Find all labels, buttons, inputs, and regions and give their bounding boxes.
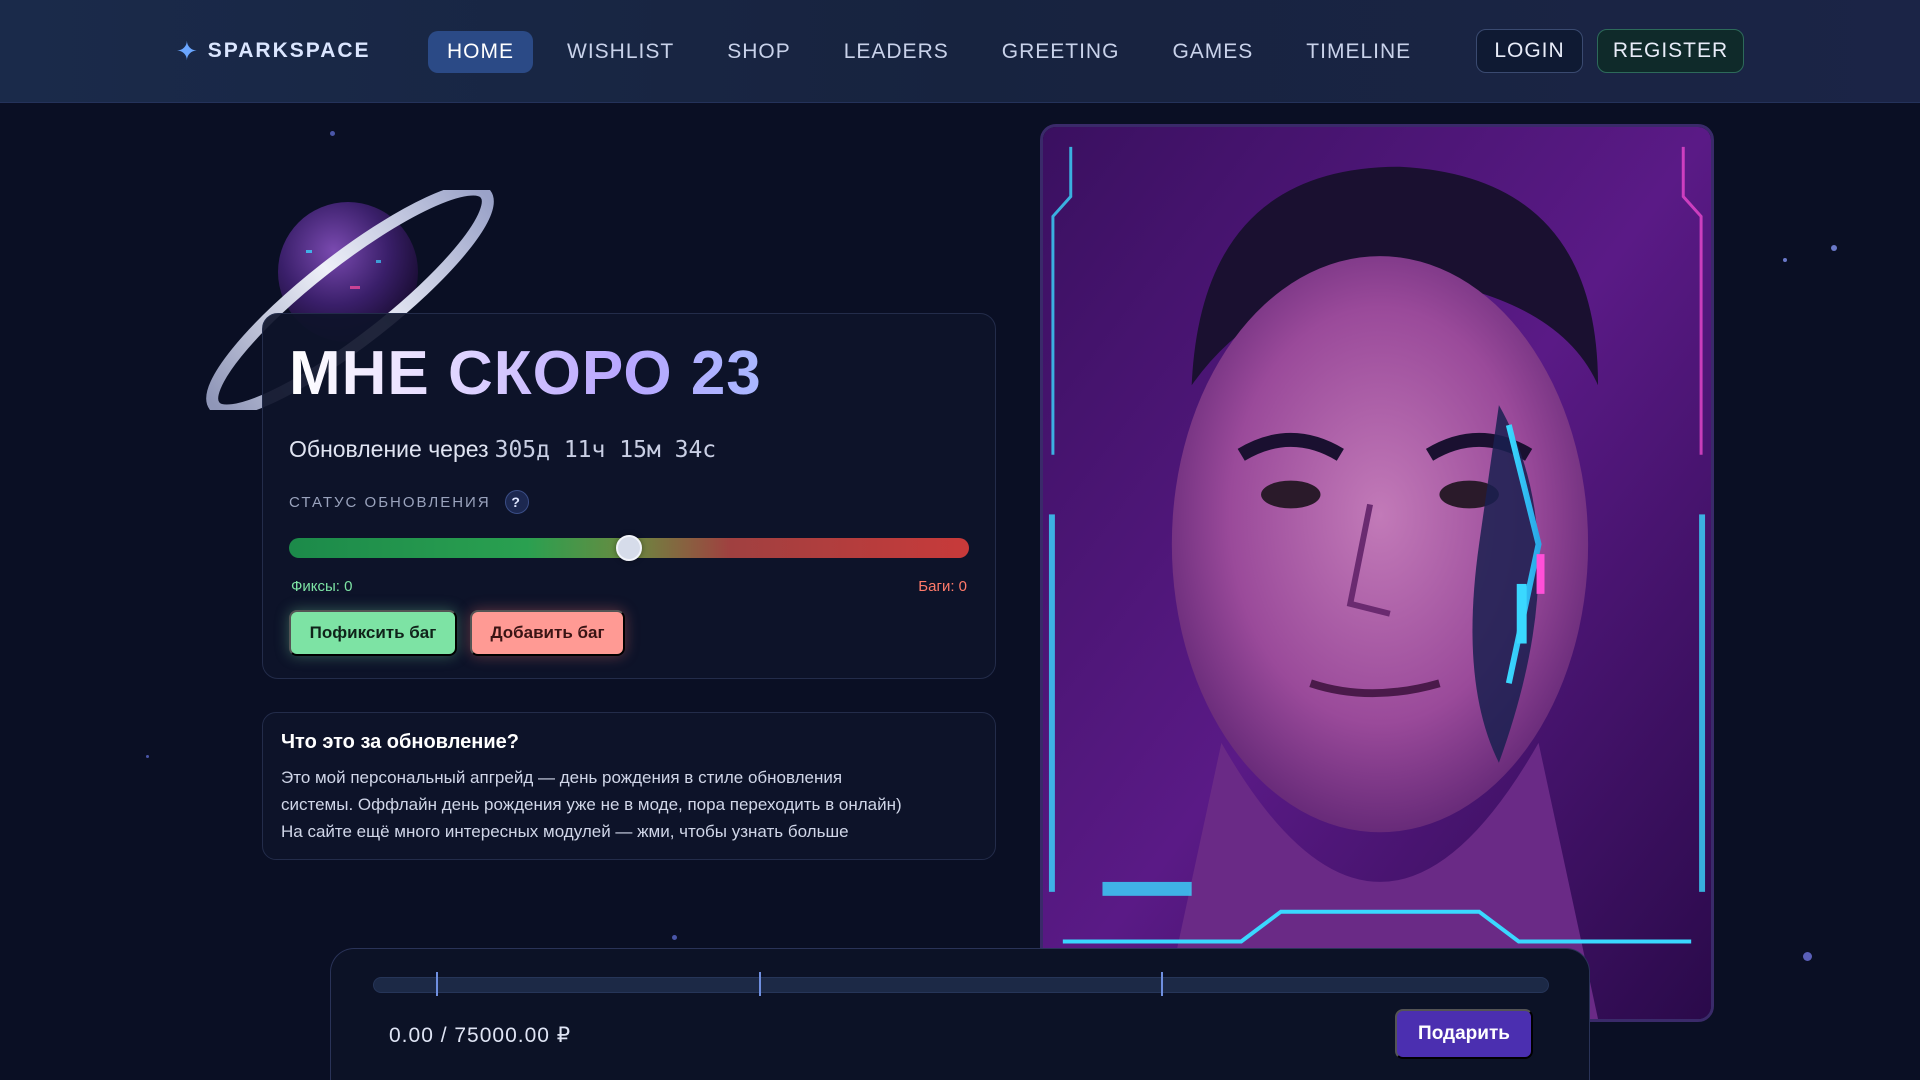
cyborg-portrait-image <box>1040 124 1714 1022</box>
info-title: Что это за обновление? <box>281 731 519 753</box>
info-card: Что это за обновление? Это мой персональ… <box>262 712 996 860</box>
gift-panel: 0.00 / 75000.00 ₽ Подарить <box>330 948 1590 1080</box>
info-line: Это мой персональный апгрейд — день рожд… <box>281 768 843 787</box>
nav-item-timeline[interactable]: TIMELINE <box>1287 31 1430 73</box>
nav-item-wishlist[interactable]: WISHLIST <box>548 31 693 73</box>
fixes-count: Фиксы: 0 <box>291 578 353 595</box>
login-button[interactable]: LOGIN <box>1476 29 1583 73</box>
info-line: На сайте ещё много интересных модулей — … <box>281 822 849 841</box>
status-label-row: СТАТУС ОБНОВЛЕНИЯ ? <box>289 490 529 514</box>
nav-item-greeting[interactable]: GREETING <box>983 31 1139 73</box>
status-label: СТАТУС ОБНОВЛЕНИЯ <box>289 493 491 511</box>
gift-milestone-tick <box>759 972 761 996</box>
top-navigation-bar: ✦ SPARKSPACE HOME WISHLIST SHOP LEADERS … <box>0 0 1920 103</box>
update-status-card: МНЕ СКОРО 23 Обновление через 305д 11ч 15… <box>262 313 996 679</box>
countdown-prefix: Обновление через <box>289 436 489 462</box>
brand-logo[interactable]: ✦ SPARKSPACE <box>176 38 371 64</box>
progress-slider-knob[interactable] <box>616 535 642 561</box>
gift-button[interactable]: Подарить <box>1395 1009 1533 1059</box>
nav-item-games[interactable]: GAMES <box>1153 31 1272 73</box>
main-nav: HOME WISHLIST SHOP LEADERS GREETING GAME… <box>428 31 1445 73</box>
fix-bug-button[interactable]: Пофиксить баг <box>289 610 457 656</box>
countdown: Обновление через 305д 11ч 15м 34с <box>289 436 716 463</box>
brand-name: SPARKSPACE <box>207 39 371 62</box>
bugs-count: Баги: 0 <box>918 578 967 595</box>
gift-progress-bar <box>373 972 1549 996</box>
nav-item-home[interactable]: HOME <box>428 31 533 73</box>
gift-milestone-tick <box>436 972 438 996</box>
register-button[interactable]: REGISTER <box>1597 29 1744 73</box>
info-line: системы. Оффлайн день рождения уже не в … <box>281 795 902 814</box>
nav-item-shop[interactable]: SHOP <box>708 31 810 73</box>
update-progress-bar <box>289 535 969 561</box>
gift-amount: 0.00 / 75000.00 ₽ <box>389 1024 572 1047</box>
gift-milestone-tick <box>1161 972 1163 996</box>
sparkle-icon: ✦ <box>176 36 198 66</box>
page-title: МНЕ СКОРО 23 <box>289 339 762 408</box>
info-body: Это мой персональный апгрейд — день рожд… <box>281 764 977 845</box>
nav-item-leaders[interactable]: LEADERS <box>825 31 968 73</box>
help-icon[interactable]: ? <box>504 490 529 514</box>
add-bug-button[interactable]: Добавить баг <box>470 610 625 656</box>
countdown-value: 305д 11ч 15м 34с <box>494 437 717 463</box>
